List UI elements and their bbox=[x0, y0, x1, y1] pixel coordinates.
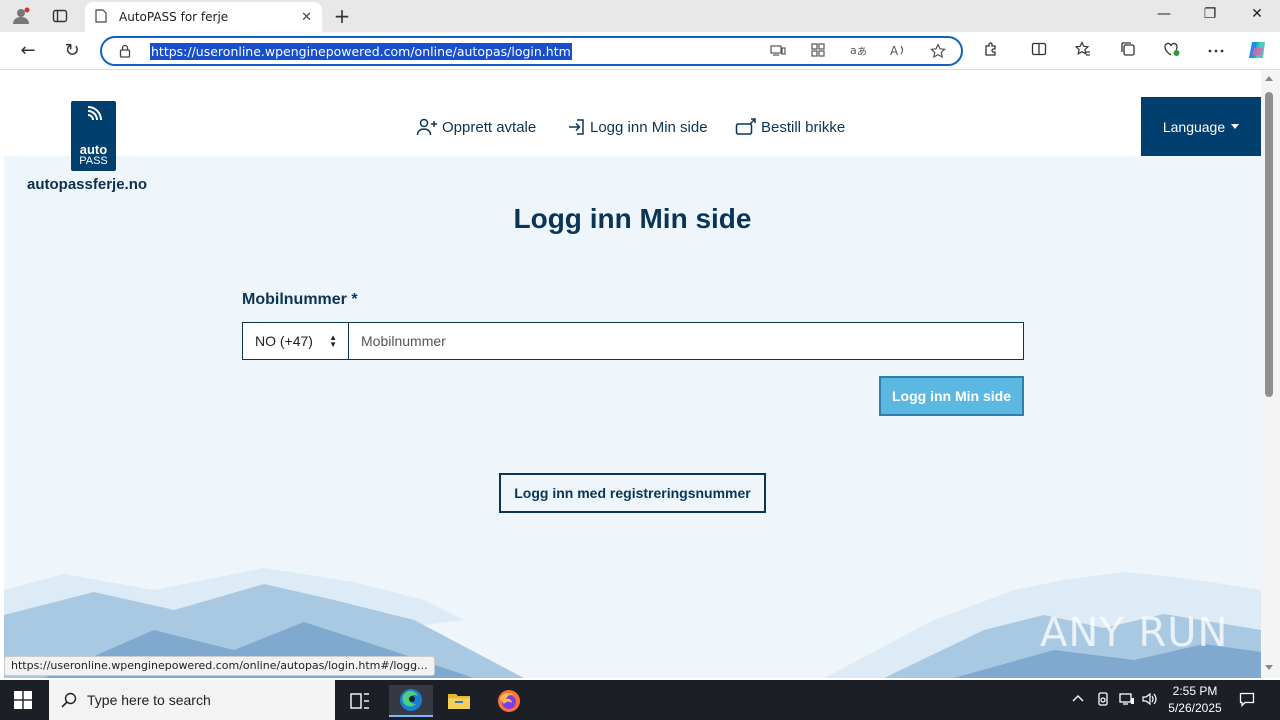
tab-close-icon[interactable]: ✕ bbox=[301, 10, 312, 25]
page-viewport: auto PASS autopassferje.no Opprett avtal… bbox=[4, 70, 1261, 678]
login-submit-button[interactable]: Logg inn Min side bbox=[879, 376, 1024, 416]
new-tab-button[interactable]: + bbox=[330, 4, 354, 28]
task-view-icon[interactable] bbox=[338, 685, 382, 717]
windows-start-icon[interactable] bbox=[14, 691, 32, 709]
signal-arcs-icon bbox=[87, 106, 102, 121]
nav-opprett-avtale[interactable]: Opprett avtale bbox=[416, 118, 536, 136]
address-bar[interactable]: https://useronline.wpenginepowered.com/o… bbox=[100, 36, 963, 66]
language-label: Language bbox=[1162, 118, 1226, 135]
more-menu-icon[interactable] bbox=[1205, 41, 1227, 63]
file-explorer-icon[interactable] bbox=[437, 685, 481, 717]
browser-tab-bar: AutoPASS for ferje ✕ + — ❐ ✕ bbox=[0, 0, 1280, 32]
phone-input-group: NO (+47) ▲ ▼ bbox=[242, 322, 1024, 360]
volume-icon[interactable] bbox=[1142, 692, 1158, 710]
read-aloud-icon[interactable]: A bbox=[888, 43, 908, 61]
nav-bestill-brikke[interactable]: Bestill brikke bbox=[735, 118, 845, 136]
svg-text:A: A bbox=[890, 44, 899, 57]
edge-taskbar-icon[interactable] bbox=[389, 685, 433, 717]
tray-chevron-up-icon[interactable] bbox=[1072, 692, 1084, 707]
back-button[interactable]: ← bbox=[16, 40, 40, 62]
page-icon bbox=[95, 8, 107, 27]
collections-icon[interactable] bbox=[1117, 41, 1139, 63]
minimize-button[interactable]: — bbox=[1154, 6, 1174, 22]
language-dropdown[interactable]: Language bbox=[1141, 97, 1261, 156]
scroll-thumb[interactable] bbox=[1265, 92, 1273, 397]
scroll-up-icon[interactable] bbox=[1265, 76, 1273, 81]
svg-text:あ: あ bbox=[857, 46, 866, 57]
url-text[interactable]: https://useronline.wpenginepowered.com/o… bbox=[150, 43, 572, 60]
logo-text-pass: PASS bbox=[79, 155, 108, 167]
mobile-number-label: Mobilnummer * bbox=[242, 291, 358, 308]
login-icon bbox=[569, 119, 584, 135]
anyrun-watermark: ANY RUN bbox=[1040, 610, 1229, 656]
mobile-number-input[interactable] bbox=[349, 323, 1023, 359]
restore-button[interactable]: ❐ bbox=[1200, 6, 1220, 22]
nav-logg-inn[interactable]: Logg inn Min side bbox=[568, 118, 708, 136]
split-screen-icon[interactable] bbox=[1028, 41, 1050, 63]
extensions-icon[interactable] bbox=[980, 41, 1002, 63]
profile-icon[interactable] bbox=[10, 5, 32, 27]
lock-icon[interactable] bbox=[118, 44, 132, 58]
clock-date: 5/26/2025 bbox=[1168, 701, 1222, 715]
taskbar-search-box[interactable]: Type here to search bbox=[49, 680, 335, 720]
select-arrows-icon: ▲ ▼ bbox=[329, 333, 337, 349]
nav-label: Bestill brikke bbox=[761, 118, 846, 136]
close-window-button[interactable]: ✕ bbox=[1247, 6, 1267, 22]
country-code-select[interactable]: NO (+47) ▲ ▼ bbox=[243, 323, 349, 359]
search-placeholder: Type here to search bbox=[87, 692, 211, 708]
link-status-bar: https://useronline.wpenginepowered.com/o… bbox=[4, 656, 435, 676]
caret-down-icon bbox=[1231, 124, 1240, 129]
site-name[interactable]: autopassferje.no bbox=[27, 176, 147, 193]
nav-label: Logg inn Min side bbox=[590, 118, 708, 136]
windows-taskbar: Type here to search 2:55 PM 5/26/2025 bbox=[0, 680, 1280, 720]
clock-time: 2:55 PM bbox=[1172, 684, 1218, 698]
network-icon[interactable] bbox=[1119, 692, 1135, 710]
notifications-icon[interactable] bbox=[1239, 691, 1255, 711]
devices-icon[interactable] bbox=[768, 43, 788, 61]
browser-tab-active[interactable]: AutoPASS for ferje ✕ bbox=[85, 2, 322, 32]
tray-device-icon[interactable] bbox=[1096, 692, 1110, 710]
site-header bbox=[4, 70, 1261, 156]
taskbar-clock[interactable]: 2:55 PM 5/26/2025 bbox=[1162, 683, 1228, 717]
user-add-icon bbox=[416, 118, 437, 136]
tab-actions-icon[interactable] bbox=[49, 5, 71, 27]
favorite-star-icon[interactable] bbox=[928, 43, 948, 61]
apps-grid-icon[interactable] bbox=[808, 43, 828, 61]
scroll-down-icon[interactable] bbox=[1265, 665, 1273, 670]
tag-order-icon bbox=[735, 118, 756, 135]
search-icon bbox=[61, 692, 77, 708]
refresh-button[interactable]: ↻ bbox=[60, 40, 84, 62]
firefox-icon[interactable] bbox=[487, 685, 531, 717]
nav-label: Opprett avtale bbox=[442, 118, 537, 136]
copilot-icon[interactable] bbox=[1246, 39, 1268, 61]
svg-text:a: a bbox=[850, 44, 857, 57]
country-code-value: NO (+47) bbox=[255, 333, 313, 349]
autopass-logo[interactable]: auto PASS bbox=[71, 101, 116, 171]
browser-essentials-icon[interactable] bbox=[1161, 41, 1183, 63]
page-scrollbar[interactable] bbox=[1261, 70, 1280, 678]
login-regnr-button[interactable]: Logg inn med registreringsnummer bbox=[499, 473, 766, 513]
favorites-icon[interactable] bbox=[1072, 41, 1094, 63]
page-title: Logg inn Min side bbox=[513, 203, 752, 234]
browser-toolbar: ← ↻ https://useronline.wpenginepowered.c… bbox=[0, 32, 1280, 70]
translate-icon[interactable]: aあ bbox=[848, 43, 868, 61]
tab-title: AutoPASS for ferje bbox=[119, 10, 229, 24]
